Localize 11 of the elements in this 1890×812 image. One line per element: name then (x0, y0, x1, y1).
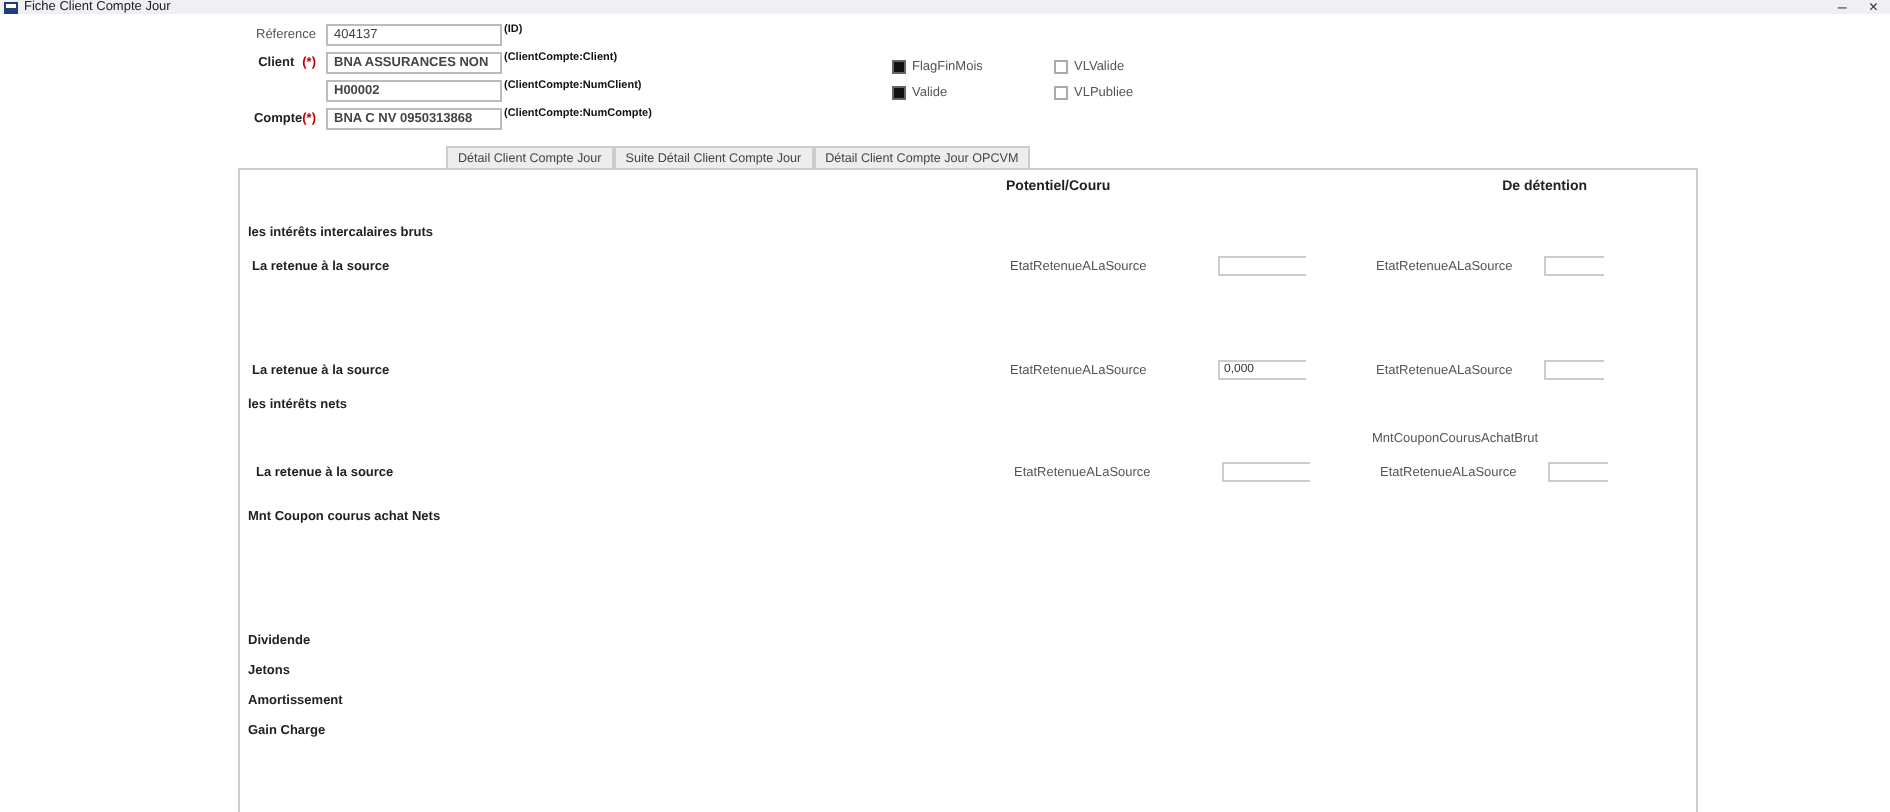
text-field[interactable] (1544, 360, 1604, 380)
checkbox[interactable] (1054, 86, 1068, 100)
text-field[interactable] (1544, 256, 1604, 276)
close-button[interactable]: × (1860, 0, 1886, 14)
checkbox[interactable] (1054, 60, 1068, 74)
text-field[interactable] (1222, 462, 1310, 482)
text-field[interactable] (1548, 462, 1608, 482)
minimize-button[interactable]: – (1829, 0, 1855, 14)
checkbox[interactable] (892, 86, 906, 100)
checkbox[interactable] (892, 60, 906, 74)
text-field[interactable] (1218, 256, 1306, 276)
